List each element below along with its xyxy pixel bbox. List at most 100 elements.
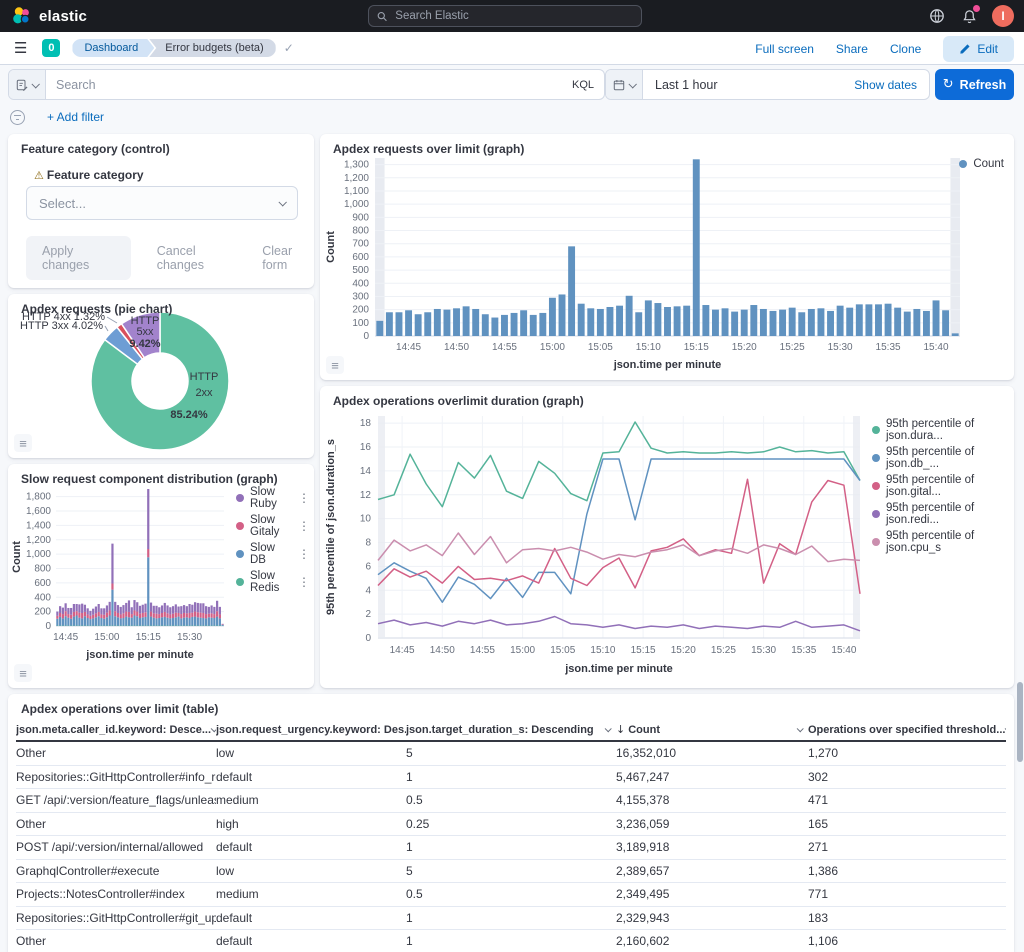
stacked-bar-segment[interactable] bbox=[87, 614, 89, 618]
bar[interactable] bbox=[597, 309, 604, 336]
stacked-bar-segment[interactable] bbox=[128, 617, 130, 625]
bar[interactable] bbox=[683, 306, 690, 336]
bar[interactable] bbox=[875, 304, 882, 336]
bar[interactable] bbox=[770, 311, 777, 336]
stacked-bar-segment[interactable] bbox=[106, 613, 108, 618]
stacked-bar-segment[interactable] bbox=[111, 544, 113, 584]
bar[interactable] bbox=[472, 309, 479, 336]
stacked-bar-segment[interactable] bbox=[131, 614, 133, 618]
bar[interactable] bbox=[453, 308, 460, 336]
bar[interactable] bbox=[702, 305, 709, 336]
bar[interactable] bbox=[904, 312, 911, 336]
stacked-bar-segment[interactable] bbox=[89, 616, 91, 619]
legend-item-count[interactable]: Count bbox=[959, 158, 1004, 170]
bar[interactable] bbox=[846, 308, 853, 336]
stacked-bar-segment[interactable] bbox=[139, 614, 141, 618]
stacked-bar-segment[interactable] bbox=[100, 618, 102, 626]
stacked-bar-segment[interactable] bbox=[76, 604, 78, 611]
bar[interactable] bbox=[539, 313, 546, 336]
stacked-bar-segment[interactable] bbox=[133, 600, 135, 610]
bar[interactable] bbox=[885, 304, 892, 336]
stacked-bar-segment[interactable] bbox=[172, 614, 174, 618]
saved-query-menu-button[interactable] bbox=[9, 70, 46, 99]
stacked-bar-segment[interactable] bbox=[191, 605, 193, 613]
stacked-bar-segment[interactable] bbox=[222, 624, 224, 625]
stacked-bar-segment[interactable] bbox=[59, 613, 61, 617]
stacked-bar-segment[interactable] bbox=[199, 618, 201, 626]
legend-item-95th-percentile-of-json-dura-[interactable]: 95th percentile of json.dura... bbox=[872, 418, 1014, 442]
stacked-bar-segment[interactable] bbox=[81, 613, 83, 618]
stacked-bar-segment[interactable] bbox=[180, 614, 182, 618]
stacked-bar-segment[interactable] bbox=[219, 607, 221, 615]
stacked-bar-segment[interactable] bbox=[194, 612, 196, 617]
share-link[interactable]: Share bbox=[836, 42, 868, 56]
bar[interactable] bbox=[674, 306, 681, 336]
bar[interactable] bbox=[396, 312, 403, 336]
stacked-bar-segment[interactable] bbox=[70, 615, 72, 619]
stacked-bar-segment[interactable] bbox=[89, 611, 91, 616]
line-series[interactable] bbox=[378, 479, 860, 594]
bar[interactable] bbox=[942, 310, 949, 336]
stacked-bar-segment[interactable] bbox=[67, 618, 69, 626]
stacked-bar-segment[interactable] bbox=[158, 618, 160, 626]
stacked-bar-segment[interactable] bbox=[172, 606, 174, 614]
deployment-icon[interactable] bbox=[928, 7, 946, 25]
stacked-bar-segment[interactable] bbox=[164, 603, 166, 612]
stacked-bar-segment[interactable] bbox=[166, 605, 168, 613]
stacked-bar-segment[interactable] bbox=[183, 605, 185, 613]
chevron-down-icon[interactable] bbox=[605, 725, 612, 732]
stacked-bar-segment[interactable] bbox=[208, 614, 210, 618]
panel-options-icon[interactable]: ≡ bbox=[14, 434, 32, 452]
stacked-bar-segment[interactable] bbox=[103, 619, 105, 626]
stacked-bar-segment[interactable] bbox=[183, 613, 185, 618]
legend-item-slow-gitaly[interactable]: Slow Gitaly⋮ bbox=[236, 514, 310, 538]
stacked-bar-segment[interactable] bbox=[155, 606, 157, 614]
stacked-bar-segment[interactable] bbox=[164, 617, 166, 626]
bar[interactable] bbox=[530, 315, 537, 336]
bar[interactable] bbox=[578, 304, 585, 336]
apply-changes-button[interactable]: Apply changes bbox=[26, 236, 131, 280]
stacked-bar-segment[interactable] bbox=[197, 603, 199, 612]
stacked-bar-segment[interactable] bbox=[177, 607, 179, 613]
stacked-bar-segment[interactable] bbox=[128, 600, 130, 612]
stacked-bar-segment[interactable] bbox=[89, 619, 91, 625]
table-column-header[interactable]: Operations over specified threshold... bbox=[808, 719, 1006, 740]
legend-item-slow-db[interactable]: Slow DB⋮ bbox=[236, 542, 310, 566]
stacked-bar-segment[interactable] bbox=[100, 614, 102, 618]
stacked-bar-segment[interactable] bbox=[122, 605, 124, 613]
stacked-bar-segment[interactable] bbox=[153, 613, 155, 617]
stacked-bar-segment[interactable] bbox=[92, 615, 94, 619]
bar[interactable] bbox=[386, 312, 393, 336]
bar[interactable] bbox=[654, 303, 661, 336]
bar[interactable] bbox=[443, 310, 450, 336]
chevron-down-icon[interactable] bbox=[797, 725, 804, 732]
legend-item-95th-percentile-of-json-redi-[interactable]: 95th percentile of json.redi... bbox=[872, 502, 1014, 526]
stacked-bar-segment[interactable] bbox=[186, 617, 188, 625]
stacked-bar-segment[interactable] bbox=[194, 602, 196, 611]
stacked-bar-segment[interactable] bbox=[211, 613, 213, 617]
stacked-bar-segment[interactable] bbox=[131, 618, 133, 626]
stacked-bar-segment[interactable] bbox=[142, 613, 144, 617]
bar[interactable] bbox=[511, 313, 518, 336]
stacked-bar-segment[interactable] bbox=[114, 602, 116, 611]
bar[interactable] bbox=[376, 321, 383, 336]
stacked-bar-segment[interactable] bbox=[133, 610, 135, 615]
bar[interactable] bbox=[731, 312, 738, 336]
refresh-button[interactable]: ↻ Refresh bbox=[935, 69, 1014, 100]
stacked-bar-segment[interactable] bbox=[169, 618, 171, 625]
stacked-bar-segment[interactable] bbox=[139, 618, 141, 626]
legend-actions-icon[interactable]: ⋮ bbox=[290, 547, 310, 561]
stacked-bar-segment[interactable] bbox=[56, 612, 58, 616]
stacked-bar-segment[interactable] bbox=[197, 617, 199, 625]
bar[interactable] bbox=[923, 311, 930, 336]
stacked-bar-segment[interactable] bbox=[70, 608, 72, 615]
stacked-bar-segment[interactable] bbox=[153, 618, 155, 626]
bar[interactable] bbox=[827, 311, 834, 336]
stacked-bar-segment[interactable] bbox=[65, 616, 67, 625]
stacked-bar-segment[interactable] bbox=[180, 618, 182, 625]
stacked-bar-segment[interactable] bbox=[117, 605, 119, 613]
bar[interactable] bbox=[712, 310, 719, 336]
bar[interactable] bbox=[664, 307, 671, 336]
stacked-bar-segment[interactable] bbox=[65, 603, 67, 611]
table-column-header[interactable]: json.request_urgency.keyword: Des... bbox=[216, 719, 406, 740]
